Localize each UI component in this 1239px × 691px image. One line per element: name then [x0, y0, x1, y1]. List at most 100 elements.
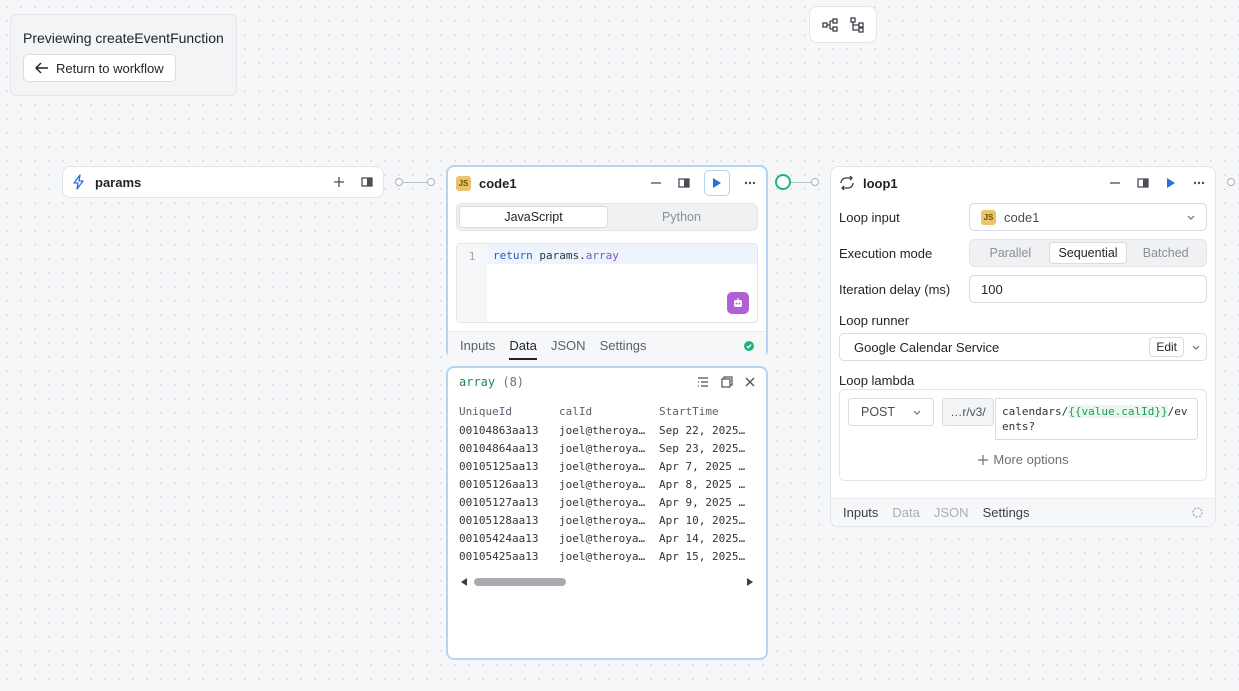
mode-parallel[interactable]: Parallel [972, 242, 1049, 264]
execution-mode-row: Execution mode Parallel Sequential Batch… [831, 235, 1215, 271]
horizontal-scrollbar[interactable] [459, 576, 755, 588]
run-button[interactable] [704, 170, 730, 196]
connector-line [791, 182, 811, 183]
column-header[interactable]: calId [559, 395, 659, 421]
scroll-left-icon[interactable] [461, 578, 467, 586]
chevron-down-icon [913, 410, 921, 415]
loop-icon [840, 176, 854, 190]
tab-javascript[interactable]: JavaScript [459, 206, 608, 228]
loop-runner-value: Google Calendar Service [854, 339, 1000, 355]
code1-node-title: code1 [479, 175, 517, 191]
loop1-node-title: loop1 [863, 175, 898, 191]
execution-mode-label: Execution mode [839, 245, 933, 261]
path-input[interactable]: calendars/{{value.calId}}/events? [995, 398, 1198, 440]
column-header[interactable]: UniqueId [459, 395, 559, 421]
loop-input-value: code1 [1004, 209, 1040, 225]
more-icon[interactable] [742, 175, 758, 191]
scrollbar-thumb[interactable] [474, 578, 566, 586]
data-title: array (8) [459, 374, 525, 389]
panel-toggle-icon[interactable] [359, 174, 375, 190]
code-line: return params.array [487, 244, 757, 264]
params-node-title: params [95, 174, 142, 190]
table-row[interactable]: 00104864aa13 joel@theroya… Sep 23, 2025… [459, 439, 747, 457]
edit-button[interactable]: Edit [1149, 337, 1184, 357]
list-view-icon[interactable] [697, 376, 709, 387]
flow-layout-icon[interactable] [822, 17, 838, 32]
http-method-select[interactable]: POST [848, 398, 934, 426]
loop1-output-port[interactable] [1227, 178, 1235, 186]
js-icon: JS [981, 209, 996, 225]
layout-toolbar [809, 6, 877, 43]
tab-settings[interactable]: Settings [600, 332, 647, 360]
tab-inputs[interactable]: Inputs [460, 332, 495, 360]
code1-node[interactable]: JS code1 JavaScript Python 1 return para… [446, 165, 768, 360]
iteration-delay-value: 100 [981, 281, 1003, 297]
more-icon[interactable] [1191, 175, 1207, 191]
more-options-button[interactable]: More options [840, 452, 1206, 467]
tab-json[interactable]: JSON [551, 332, 586, 360]
preview-title: Previewing createEventFunction [23, 30, 224, 46]
code1-input-port[interactable] [427, 178, 435, 186]
iteration-delay-row: Iteration delay (ms) 100 [831, 271, 1215, 307]
lightning-icon [73, 174, 84, 190]
execution-mode-toggle: Parallel Sequential Batched [969, 239, 1207, 267]
minimize-icon[interactable] [648, 175, 664, 191]
table-row[interactable]: 00105425aa13 joel@theroya… Apr 15, 2025… [459, 547, 747, 565]
data-table: UniqueId calId StartTime 00104863aa13 joe… [459, 395, 747, 565]
data-preview-panel: array (8) UniqueId calId StartTime 00104… [446, 366, 768, 660]
language-toggle: JavaScript Python [456, 203, 758, 231]
tree-layout-icon[interactable] [850, 16, 864, 33]
tab-data[interactable]: Data [892, 499, 919, 527]
code1-output-port[interactable] [775, 174, 791, 190]
table-row[interactable]: 00105125aa13 joel@theroya… Apr 7, 2025 … [459, 457, 747, 475]
params-node[interactable]: params [62, 166, 384, 198]
table-row[interactable]: 00105128aa13 joel@theroya… Apr 10, 2025… [459, 511, 747, 529]
loop-lambda-label: Loop lambda [839, 373, 915, 388]
http-method-value: POST [861, 405, 896, 419]
code1-tabs: Inputs Data JSON Settings [448, 331, 766, 360]
panel-toggle-icon[interactable] [676, 175, 692, 191]
loop1-input-port[interactable] [811, 178, 819, 186]
copy-icon[interactable] [721, 375, 733, 388]
js-icon: JS [456, 175, 471, 191]
return-to-workflow-button[interactable]: Return to workflow [23, 54, 176, 82]
loop-runner-select[interactable]: Google Calendar Service Edit [839, 333, 1207, 361]
loop-input-select[interactable]: JS code1 [969, 203, 1207, 231]
minimize-icon[interactable] [1107, 175, 1123, 191]
success-check-icon [744, 340, 754, 351]
table-row[interactable]: 00105126aa13 joel@theroya… Apr 8, 2025 … [459, 475, 747, 493]
plus-icon [978, 455, 989, 465]
tab-data[interactable]: Data [509, 332, 537, 360]
tab-inputs[interactable]: Inputs [843, 499, 878, 527]
loop-input-label: Loop input [839, 209, 900, 225]
loop1-tabs: Inputs Data JSON Settings [831, 498, 1215, 526]
table-row[interactable]: 00105127aa13 joel@theroya… Apr 9, 2025 … [459, 493, 747, 511]
params-output-port[interactable] [395, 178, 403, 186]
return-label: Return to workflow [56, 60, 164, 76]
loop-input-row: Loop input JS code1 [831, 199, 1215, 235]
play-icon[interactable] [1163, 175, 1179, 191]
loop-lambda-editor: POST …r/v3/ calendars/{{value.calId}}/ev… [839, 389, 1207, 481]
iteration-delay-label: Iteration delay (ms) [839, 281, 951, 297]
close-icon[interactable] [745, 377, 755, 387]
iteration-delay-input[interactable]: 100 [969, 275, 1207, 303]
line-number: 1 [457, 244, 487, 322]
column-header[interactable]: StartTime [659, 395, 747, 421]
tab-python[interactable]: Python [608, 206, 755, 228]
panel-toggle-icon[interactable] [1135, 175, 1151, 191]
base-url: …r/v3/ [942, 398, 994, 426]
arrow-left-icon [35, 62, 48, 74]
mode-sequential[interactable]: Sequential [1048, 242, 1128, 264]
table-row[interactable]: 00104863aa13 joel@theroya… Sep 22, 2025… [459, 421, 747, 439]
loading-spinner-icon [1192, 507, 1203, 518]
tab-json[interactable]: JSON [934, 499, 969, 527]
code-editor[interactable]: 1 return params.array [456, 243, 758, 323]
chevron-down-icon [1187, 215, 1195, 220]
table-row[interactable]: 00105424aa13 joel@theroya… Apr 14, 2025… [459, 529, 747, 547]
loop1-node[interactable]: loop1 Loop input JS code1 Execution mode… [830, 166, 1216, 527]
add-icon[interactable] [331, 174, 347, 190]
scroll-right-icon[interactable] [747, 578, 753, 586]
tab-settings[interactable]: Settings [983, 499, 1030, 527]
mode-batched[interactable]: Batched [1127, 242, 1204, 264]
ai-assistant-icon[interactable] [727, 292, 749, 314]
